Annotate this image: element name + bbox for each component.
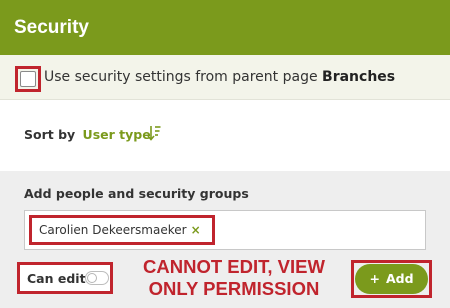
can-edit-label: Can edit [27, 271, 86, 286]
person-chip: Carolien Dekeersmaeker × [29, 215, 215, 245]
add-button-label: Add [385, 271, 414, 286]
sort-label: Sort by [24, 127, 76, 142]
plus-icon: + [369, 271, 380, 286]
can-edit-control: Can edit [17, 262, 113, 294]
security-panel-header: Security [0, 0, 450, 55]
annotation-line-1: CANNOT EDIT, VIEW [143, 256, 325, 277]
can-edit-toggle[interactable] [85, 271, 109, 285]
inherit-security-row: Use security settings from parent page B… [0, 55, 450, 100]
annotation-line-2: ONLY PERMISSION [148, 278, 320, 299]
sort-value-link[interactable]: User type [83, 127, 151, 142]
sort-control: Sort by User type [24, 127, 151, 142]
toggle-knob [87, 273, 97, 283]
add-people-section: Add people and security groups Carolien … [0, 171, 450, 308]
inherit-security-label[interactable]: Use security settings from parent page B… [44, 69, 395, 85]
people-picker-input[interactable]: Carolien Dekeersmaeker × [24, 210, 426, 250]
annotation-note: CANNOT EDIT, VIEW ONLY PERMISSION [120, 256, 348, 300]
parent-page-name: Branches [322, 69, 396, 85]
add-people-label: Add people and security groups [24, 186, 249, 201]
remove-chip-icon[interactable]: × [191, 223, 201, 237]
person-chip-name: Carolien Dekeersmaeker [39, 223, 187, 237]
inherit-security-checkbox[interactable] [20, 71, 36, 87]
panel-title: Security [14, 17, 89, 38]
inherit-security-text: Use security settings from parent page [44, 69, 318, 85]
sort-descending-icon[interactable] [147, 125, 161, 141]
add-button[interactable]: + Add [355, 264, 428, 294]
